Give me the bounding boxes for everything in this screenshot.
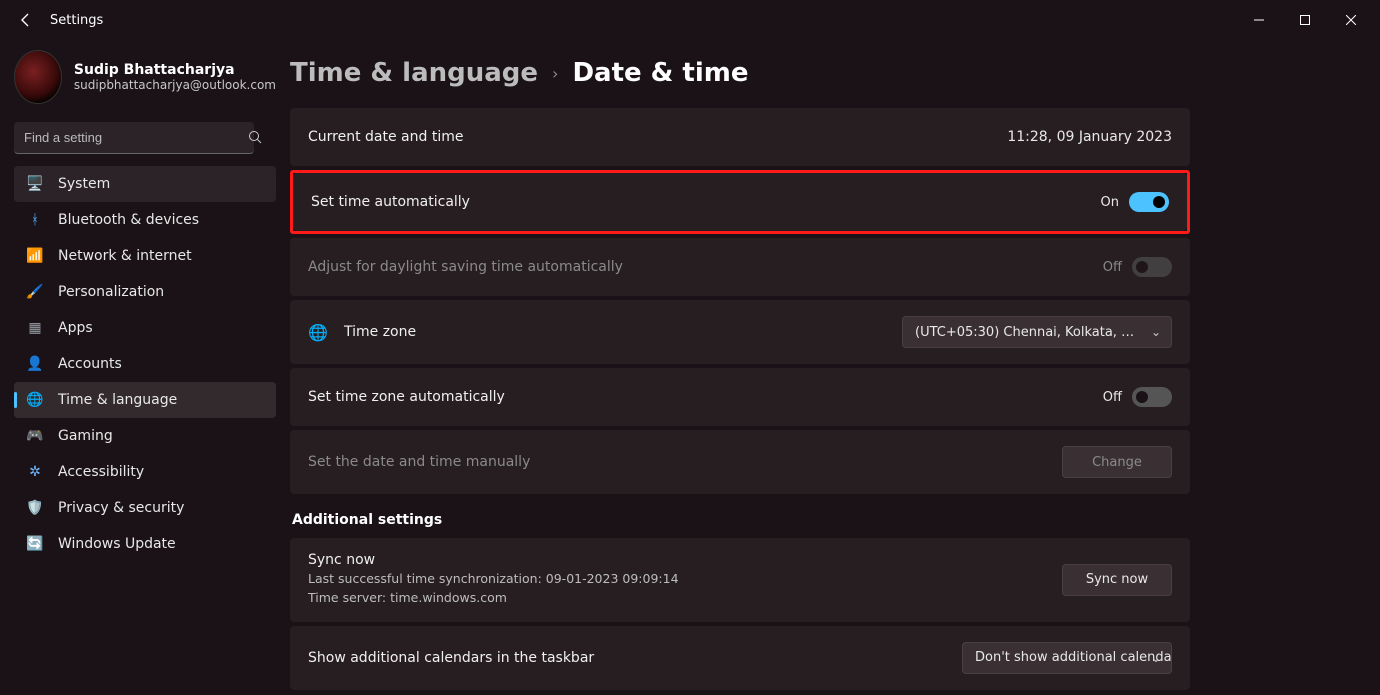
dst-label: Adjust for daylight saving time automati… <box>308 259 623 275</box>
set-time-auto-toggle[interactable] <box>1129 192 1169 212</box>
sidebar-item-system[interactable]: 🖥️ System <box>14 166 276 202</box>
maximize-icon <box>1300 15 1310 25</box>
sidebar-item-apps[interactable]: ▦ Apps <box>14 310 276 346</box>
additional-calendars-value: Don't show additional calendars <box>975 650 1172 665</box>
breadcrumb-current: Date & time <box>572 58 748 88</box>
sidebar-item-label: Privacy & security <box>58 500 184 516</box>
accessibility-icon: ✲ <box>26 464 44 480</box>
sidebar-item-label: Gaming <box>58 428 113 444</box>
set-tz-auto-state: Off <box>1103 390 1122 405</box>
row-timezone: 🌐 Time zone (UTC+05:30) Chennai, Kolkata… <box>290 300 1190 364</box>
close-button[interactable] <box>1328 5 1374 35</box>
system-icon: 🖥️ <box>26 176 44 192</box>
change-button: Change <box>1062 446 1172 478</box>
set-time-auto-label: Set time automatically <box>311 194 470 210</box>
profile-block[interactable]: Sudip Bhattacharjya sudipbhattacharjya@o… <box>14 50 276 104</box>
row-set-time-auto[interactable]: Set time automatically On <box>293 173 1187 231</box>
profile-email: sudipbhattacharjya@outlook.com <box>74 78 276 92</box>
minimize-button[interactable] <box>1236 5 1282 35</box>
personalization-icon: 🖌️ <box>26 284 44 300</box>
additional-settings-title: Additional settings <box>292 512 1190 528</box>
row-set-tz-auto[interactable]: Set time zone automatically Off <box>290 368 1190 426</box>
current-datetime-label: Current date and time <box>308 129 463 145</box>
globe-clock-icon: 🌐 <box>308 322 328 342</box>
timezone-select[interactable]: (UTC+05:30) Chennai, Kolkata, Mumbai, Ne… <box>902 316 1172 348</box>
row-additional-calendars: Show additional calendars in the taskbar… <box>290 626 1190 690</box>
manual-label: Set the date and time manually <box>308 454 530 470</box>
app-title: Settings <box>50 13 103 28</box>
update-icon: 🔄 <box>26 536 44 552</box>
sidebar-item-time[interactable]: 🌐 Time & language <box>14 382 276 418</box>
chevron-down-icon: ⌄ <box>1151 325 1161 339</box>
accounts-icon: 👤 <box>26 356 44 372</box>
sync-title: Sync now <box>308 552 679 568</box>
breadcrumb-parent[interactable]: Time & language <box>290 58 538 88</box>
privacy-icon: 🛡️ <box>26 500 44 516</box>
row-current-datetime: Current date and time 11:28, 09 January … <box>290 108 1190 166</box>
sync-last: Last successful time synchronization: 09… <box>308 570 679 589</box>
sidebar-item-accounts[interactable]: 👤 Accounts <box>14 346 276 382</box>
sidebar-item-network[interactable]: 📶 Network & internet <box>14 238 276 274</box>
set-tz-auto-label: Set time zone automatically <box>308 389 505 405</box>
timezone-value: (UTC+05:30) Chennai, Kolkata, Mumbai, Ne… <box>915 325 1141 340</box>
search-wrap <box>14 122 276 154</box>
bluetooth-icon: ᚼ <box>26 212 44 228</box>
arrow-left-icon <box>18 12 34 28</box>
back-button[interactable] <box>6 12 46 28</box>
sidebar-item-label: Bluetooth & devices <box>58 212 199 228</box>
network-icon: 📶 <box>26 248 44 264</box>
chevron-right-icon: › <box>552 64 558 83</box>
main-content: Time & language › Date & time Current da… <box>290 40 1380 695</box>
row-dst: Adjust for daylight saving time automati… <box>290 238 1190 296</box>
sidebar-item-label: Network & internet <box>58 248 192 264</box>
sidebar: Sudip Bhattacharjya sudipbhattacharjya@o… <box>0 40 290 695</box>
row-sync-now: Sync now Last successful time synchroniz… <box>290 538 1190 622</box>
additional-calendars-label: Show additional calendars in the taskbar <box>308 650 594 666</box>
timezone-label: Time zone <box>344 324 416 340</box>
sidebar-item-privacy[interactable]: 🛡️ Privacy & security <box>14 490 276 526</box>
minimize-icon <box>1254 15 1264 25</box>
sidebar-item-label: System <box>58 176 110 192</box>
sync-server: Time server: time.windows.com <box>308 589 679 608</box>
avatar <box>14 50 62 104</box>
sync-now-button[interactable]: Sync now <box>1062 564 1172 596</box>
sidebar-item-personalization[interactable]: 🖌️ Personalization <box>14 274 276 310</box>
window-controls <box>1236 5 1374 35</box>
gaming-icon: 🎮 <box>26 428 44 444</box>
apps-icon: ▦ <box>26 320 44 336</box>
search-input[interactable] <box>14 122 254 154</box>
breadcrumb: Time & language › Date & time <box>290 50 1190 108</box>
sidebar-item-accessibility[interactable]: ✲ Accessibility <box>14 454 276 490</box>
sidebar-item-bluetooth[interactable]: ᚼ Bluetooth & devices <box>14 202 276 238</box>
sidebar-item-label: Personalization <box>58 284 164 300</box>
additional-calendars-select[interactable]: Don't show additional calendars ⌄ <box>962 642 1172 674</box>
sidebar-item-label: Windows Update <box>58 536 176 552</box>
sidebar-item-label: Accessibility <box>58 464 144 480</box>
maximize-button[interactable] <box>1282 5 1328 35</box>
sidebar-item-label: Time & language <box>58 392 177 408</box>
row-manual: Set the date and time manually Change <box>290 430 1190 494</box>
profile-name: Sudip Bhattacharjya <box>74 62 276 78</box>
dst-toggle <box>1132 257 1172 277</box>
close-icon <box>1346 15 1356 25</box>
current-datetime-value: 11:28, 09 January 2023 <box>1007 129 1172 145</box>
set-tz-auto-toggle[interactable] <box>1132 387 1172 407</box>
highlight-box: Set time automatically On <box>290 170 1190 234</box>
sidebar-item-label: Accounts <box>58 356 122 372</box>
titlebar: Settings <box>0 0 1380 40</box>
chevron-down-icon: ⌄ <box>1151 651 1161 665</box>
sidebar-item-update[interactable]: 🔄 Windows Update <box>14 526 276 562</box>
nav-list: 🖥️ System ᚼ Bluetooth & devices 📶 Network & i… <box>14 166 276 562</box>
time-icon: 🌐 <box>26 392 44 408</box>
search-icon <box>248 130 262 148</box>
sidebar-item-gaming[interactable]: 🎮 Gaming <box>14 418 276 454</box>
dst-state: Off <box>1103 260 1122 275</box>
set-time-auto-state: On <box>1101 195 1119 210</box>
sidebar-item-label: Apps <box>58 320 93 336</box>
